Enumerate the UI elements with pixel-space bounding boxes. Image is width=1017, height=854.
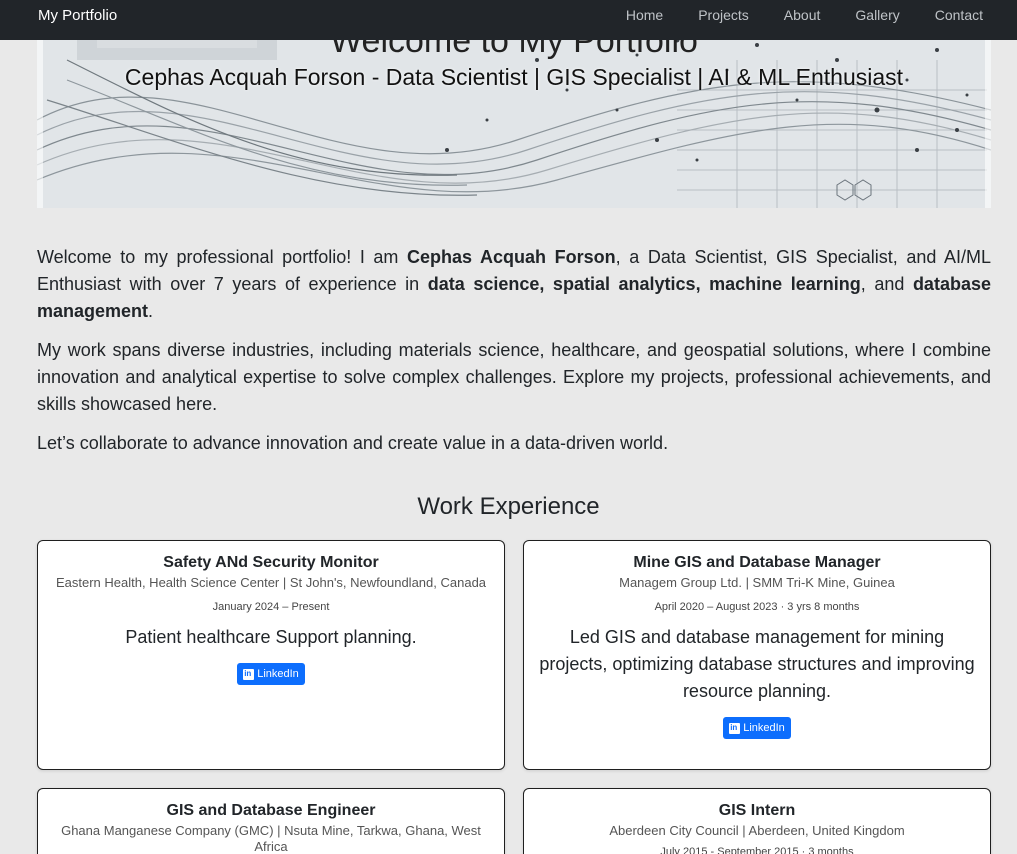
job-organization: Aberdeen City Council | Aberdeen, United… <box>609 823 905 838</box>
nav-gallery[interactable]: Gallery <box>855 7 899 23</box>
job-card: Safety ANd Security Monitor Eastern Heal… <box>37 540 505 770</box>
job-date: January 2024 – Present <box>212 601 330 613</box>
job-organization: Eastern Health, Health Science Center | … <box>55 575 487 590</box>
intro-paragraph-2: My work spans diverse industries, includ… <box>37 340 991 414</box>
job-title: GIS and Database Engineer <box>166 802 376 819</box>
intro-section: Welcome to my professional portfolio! I … <box>37 244 991 469</box>
nav-about[interactable]: About <box>784 7 821 23</box>
navbar: My Portfolio Home Projects About Gallery… <box>0 0 1017 40</box>
linkedin-button-label: LinkedIn <box>743 722 785 734</box>
brand-link[interactable]: My Portfolio <box>38 7 117 25</box>
intro-paragraph-1: Welcome to my professional portfolio! I … <box>37 244 991 325</box>
job-title: Safety ANd Security Monitor <box>163 554 379 571</box>
hero-subtitle: Cephas Acquah Forson - Data Scientist | … <box>124 64 904 90</box>
job-organization: Managem Group Ltd. | SMM Tri-K Mine, Gui… <box>619 575 895 590</box>
nav-projects[interactable]: Projects <box>698 7 749 23</box>
intro-skills: data science, spatial analytics, machine… <box>427 274 861 294</box>
job-title: Mine GIS and Database Manager <box>633 554 881 571</box>
linkedin-button[interactable]: LinkedIn <box>723 717 791 739</box>
intro-name: Cephas Acquah Forson <box>407 247 616 267</box>
job-title: GIS Intern <box>718 802 796 819</box>
linkedin-button-label: LinkedIn <box>257 668 299 680</box>
job-card: GIS Intern Aberdeen City Council | Aberd… <box>523 788 991 854</box>
job-description: Patient healthcare Support planning. <box>125 627 417 647</box>
intro-text: Welcome to my professional portfolio! I … <box>37 247 408 267</box>
nav-home[interactable]: Home <box>626 7 663 23</box>
job-organization: Ghana Manganese Company (GMC) | Nsuta Mi… <box>61 823 481 854</box>
intro-text: , and <box>860 274 913 294</box>
work-experience-title: Work Experience <box>417 493 600 520</box>
job-date: April 2020 – August 2023 · 3 yrs 8 month… <box>654 601 860 613</box>
nav-links: Home Projects About Gallery Contact <box>591 7 983 23</box>
intro-text: . <box>148 301 154 321</box>
linkedin-button[interactable]: LinkedIn <box>237 663 305 685</box>
linkedin-icon <box>729 722 741 734</box>
intro-paragraph-3: Let’s collaborate to advance innovation … <box>37 433 669 453</box>
job-description: Led GIS and database management for mini… <box>539 627 975 701</box>
job-card: Mine GIS and Database Manager Managem Gr… <box>523 540 991 770</box>
job-card: GIS and Database Engineer Ghana Manganes… <box>37 788 505 854</box>
job-date: July 2015 - September 2015 · 3 months <box>660 846 854 854</box>
nav-contact[interactable]: Contact <box>935 7 983 23</box>
linkedin-icon <box>243 668 255 680</box>
